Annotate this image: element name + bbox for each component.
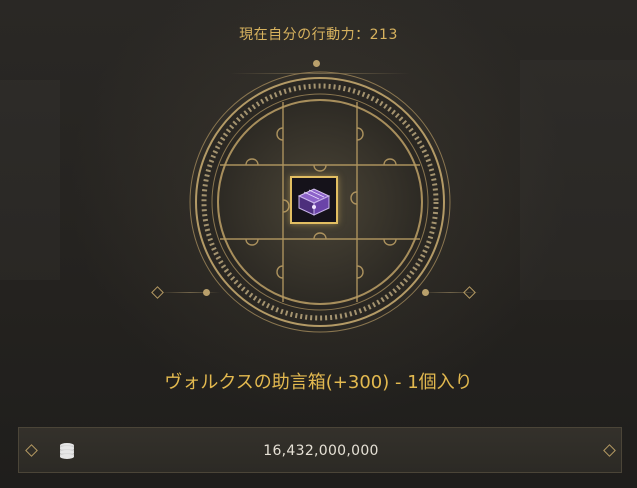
reward-item-name: ヴォルクスの助言箱(+300) - 1個入り <box>164 372 473 393</box>
silver-amount: 16,432,000,000 <box>263 443 379 459</box>
background-decoration <box>0 80 60 280</box>
puzzle-reward-panel: 現在自分の行動力：213 ヴォルクスの助言箱(+300) - 1個入り 16,4… <box>0 0 637 488</box>
purple-treasure-chest-icon <box>292 178 336 222</box>
right-diamond-ornament <box>463 286 476 299</box>
reward-item-slot[interactable] <box>290 176 338 224</box>
silver-balance-bar: 16,432,000,000 <box>18 427 622 473</box>
background-decoration <box>520 60 637 300</box>
top-ornament-dot <box>313 60 320 67</box>
left-diamond-ornament <box>151 286 164 299</box>
action-power-label: 現在自分の行動力：213 <box>239 27 398 43</box>
